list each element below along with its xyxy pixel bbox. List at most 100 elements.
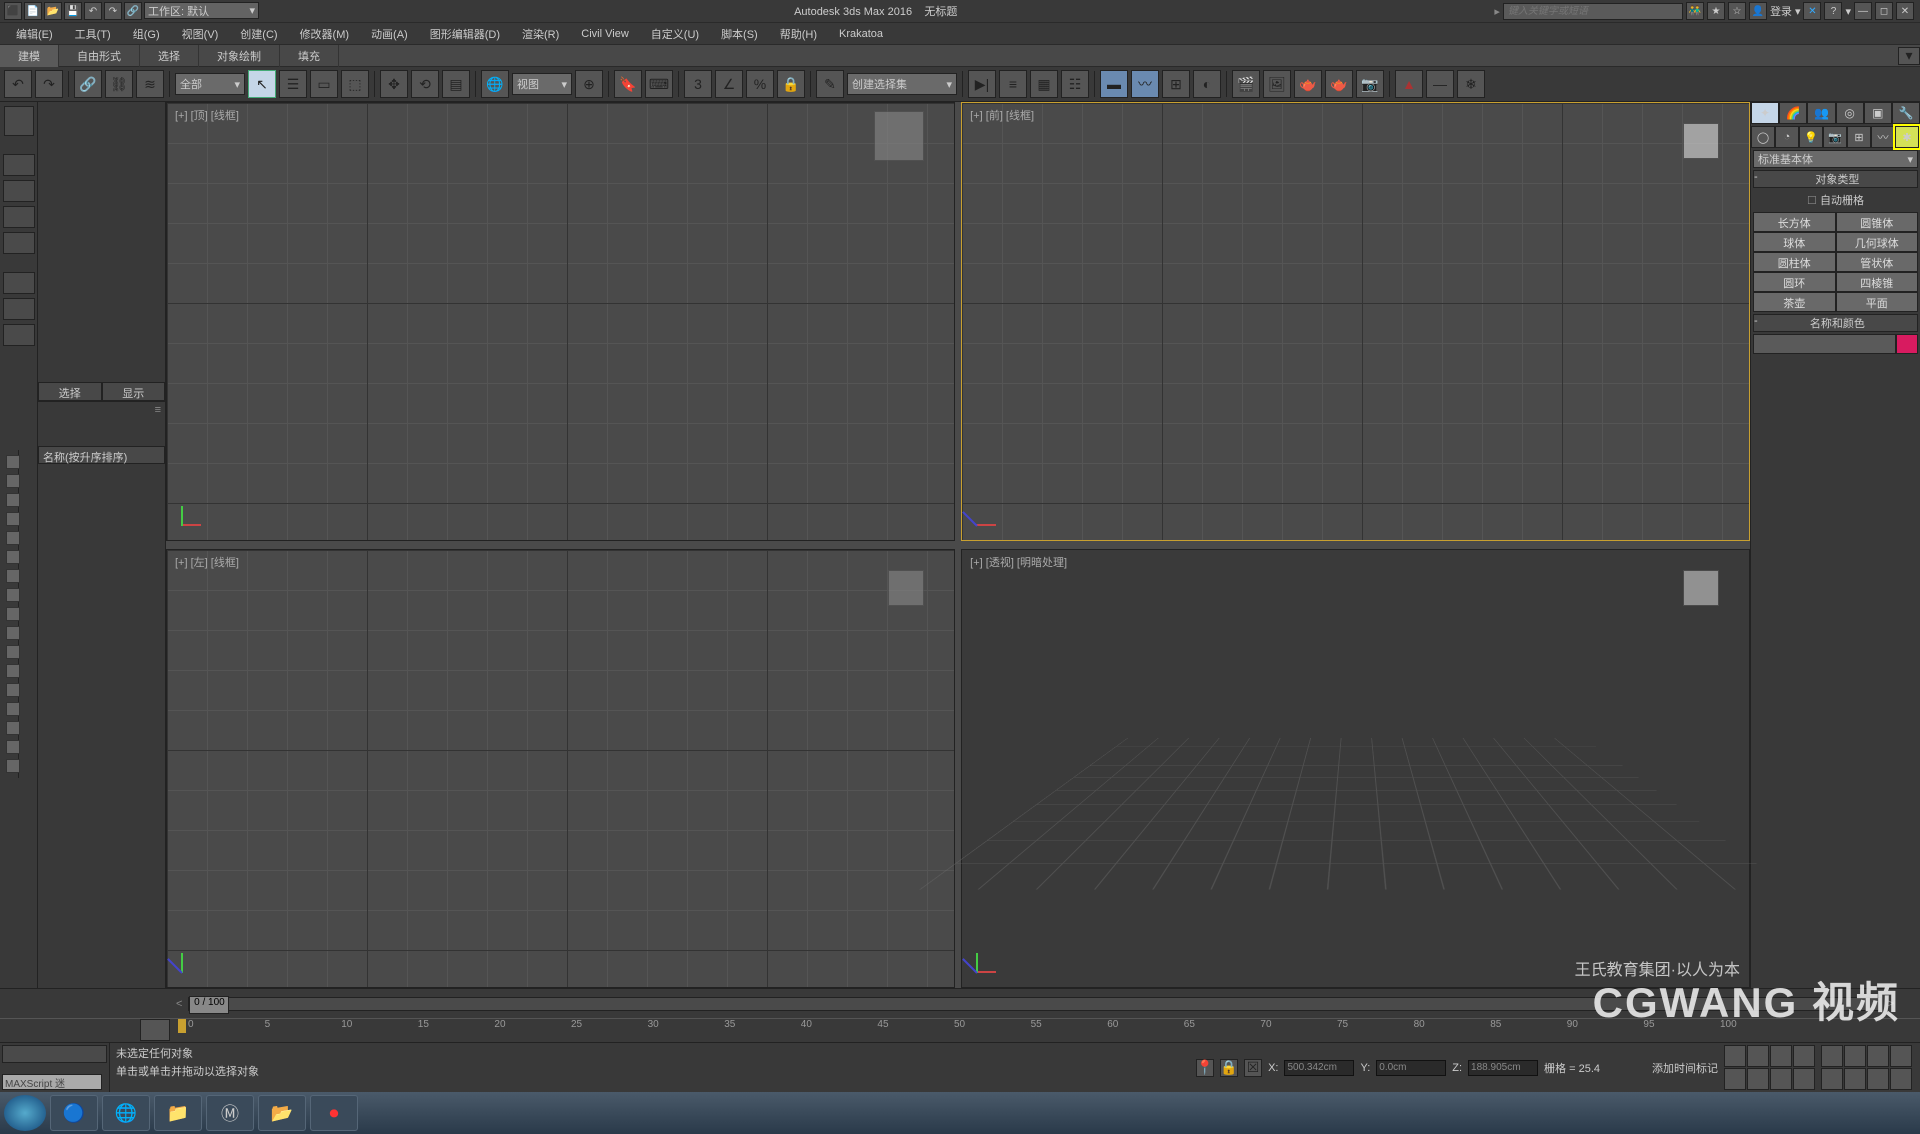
lt-4[interactable] [3, 232, 35, 254]
link-button[interactable]: 🔗 [74, 70, 102, 98]
time-marker[interactable] [178, 1019, 186, 1033]
window-cross-button[interactable]: ⬚ [341, 70, 369, 98]
menu-krakatoa[interactable]: Krakatoa [829, 26, 893, 42]
named-selection[interactable]: 创建选择集▾ [847, 73, 957, 95]
lt-1[interactable] [3, 154, 35, 176]
nav-next[interactable] [1793, 1045, 1815, 1067]
si-5[interactable] [6, 531, 20, 545]
obj-tube[interactable]: 管状体 [1836, 252, 1919, 272]
ribbon-tab-model[interactable]: 建模 [0, 45, 59, 67]
si-14[interactable] [6, 702, 20, 716]
lt-explorer[interactable] [4, 106, 34, 136]
si-10[interactable] [6, 626, 20, 640]
sub-lights[interactable]: 💡 [1799, 126, 1823, 148]
object-color-swatch[interactable] [1896, 334, 1918, 354]
object-name-input[interactable] [1753, 334, 1896, 354]
vnav-8[interactable] [1890, 1068, 1912, 1090]
viewcube-front[interactable] [1683, 123, 1719, 159]
coord-z[interactable] [1468, 1060, 1538, 1076]
time-handle[interactable]: 0 / 100 [189, 996, 229, 1014]
help-icon[interactable]: ? [1824, 2, 1842, 20]
autogrid-checkbox[interactable]: ☐ 自动栅格 [1751, 190, 1920, 210]
share-icon[interactable]: ☆ [1728, 2, 1746, 20]
si-4[interactable] [6, 512, 20, 526]
menu-tools[interactable]: 工具(T) [65, 24, 121, 44]
snap-3-button[interactable]: 3 [684, 70, 712, 98]
align-button[interactable]: ≡ [999, 70, 1027, 98]
workspace-selector[interactable]: 工作区: 默认▾ [144, 2, 259, 19]
cmd-tab-modify[interactable]: 🌈 [1779, 102, 1807, 124]
lt-3[interactable] [3, 206, 35, 228]
exchange-icon[interactable]: ✕ [1803, 2, 1821, 20]
snap-percent-button[interactable]: % [746, 70, 774, 98]
vnav-minmax[interactable] [1867, 1068, 1889, 1090]
menu-create[interactable]: 创建(C) [230, 24, 287, 44]
vnav-fov[interactable] [1890, 1045, 1912, 1067]
nav-time-config[interactable] [1770, 1068, 1792, 1090]
menu-render[interactable]: 渲染(R) [512, 24, 569, 44]
render-button[interactable]: 🫖 [1294, 70, 1322, 98]
si-15[interactable] [6, 721, 20, 735]
category-dropdown[interactable]: 标准基本体▾ [1753, 150, 1918, 168]
vnav-zoom[interactable] [1821, 1045, 1843, 1067]
krakatoa-3[interactable]: ❄ [1457, 70, 1485, 98]
search-opts-icon[interactable]: 👬 [1686, 2, 1704, 20]
vnav-zoomall[interactable] [1844, 1045, 1866, 1067]
user-icon[interactable]: 👤 [1749, 2, 1767, 20]
krakatoa-2[interactable]: — [1426, 70, 1454, 98]
snap-angle-button[interactable]: ∠ [715, 70, 743, 98]
open-icon[interactable]: 📂 [44, 2, 62, 20]
search-input[interactable] [1503, 3, 1683, 20]
undo-button[interactable]: ↶ [4, 70, 32, 98]
task-explorer[interactable]: 📁 [154, 1095, 202, 1131]
render-frame-button[interactable]: 🖼 [1263, 70, 1291, 98]
edit-named-button[interactable]: ✎ [816, 70, 844, 98]
viewcube-persp[interactable] [1683, 570, 1719, 606]
obj-box[interactable]: 长方体 [1753, 212, 1836, 232]
viewport-front[interactable]: [+] [前] [线框] [961, 102, 1750, 541]
select-button[interactable]: ↖ [248, 70, 276, 98]
sub-shapes[interactable]: ◔ [1775, 126, 1799, 148]
coord-y[interactable] [1376, 1060, 1446, 1076]
si-3[interactable] [6, 493, 20, 507]
render-iter-button[interactable]: 📷 [1356, 70, 1384, 98]
nav-key[interactable] [1747, 1068, 1769, 1090]
task-record[interactable]: ⏺ [310, 1095, 358, 1131]
si-7[interactable] [6, 569, 20, 583]
sub-spacewarps[interactable]: 〰 [1871, 126, 1895, 148]
nav-prev[interactable] [1747, 1045, 1769, 1067]
task-app1[interactable]: 🔵 [50, 1095, 98, 1131]
obj-teapot[interactable]: 茶壶 [1753, 292, 1836, 312]
si-1[interactable] [6, 455, 20, 469]
material-button[interactable]: ◐ [1193, 70, 1221, 98]
toggle-ribbon-button[interactable]: ▬ [1100, 70, 1128, 98]
task-folder[interactable]: 📂 [258, 1095, 306, 1131]
task-3dsmax[interactable]: Ⓜ [206, 1095, 254, 1131]
si-11[interactable] [6, 645, 20, 659]
select-name-button[interactable]: ☰ [279, 70, 307, 98]
move-button[interactable]: ✥ [380, 70, 408, 98]
si-13[interactable] [6, 683, 20, 697]
maxscript-input[interactable] [2, 1074, 102, 1090]
start-button[interactable] [4, 1095, 46, 1131]
obj-plane[interactable]: 平面 [1836, 292, 1919, 312]
vnav-orbit[interactable] [1844, 1068, 1866, 1090]
task-ie[interactable]: 🌐 [102, 1095, 150, 1131]
scene-tab-display[interactable]: 显示 [102, 382, 166, 401]
menu-script[interactable]: 脚本(S) [711, 24, 768, 44]
viewport-top[interactable]: [+] [顶] [线框] [166, 102, 955, 541]
rotate-button[interactable]: ⟲ [411, 70, 439, 98]
nav-goto-start[interactable] [1724, 1045, 1746, 1067]
select-region-button[interactable]: ▭ [310, 70, 338, 98]
cmd-tab-hierarchy[interactable]: 👥 [1807, 102, 1835, 124]
link-icon[interactable]: 🔗 [124, 2, 142, 20]
si-16[interactable] [6, 740, 20, 754]
new-icon[interactable]: 📄 [24, 2, 42, 20]
curve-editor-button[interactable]: 〰 [1131, 70, 1159, 98]
lt-7[interactable] [3, 324, 35, 346]
viewcube-left[interactable] [888, 570, 924, 606]
menu-group[interactable]: 组(G) [123, 24, 170, 44]
obj-torus[interactable]: 圆环 [1753, 272, 1836, 292]
lt-5[interactable] [3, 272, 35, 294]
minimize-icon[interactable]: — [1854, 2, 1872, 20]
